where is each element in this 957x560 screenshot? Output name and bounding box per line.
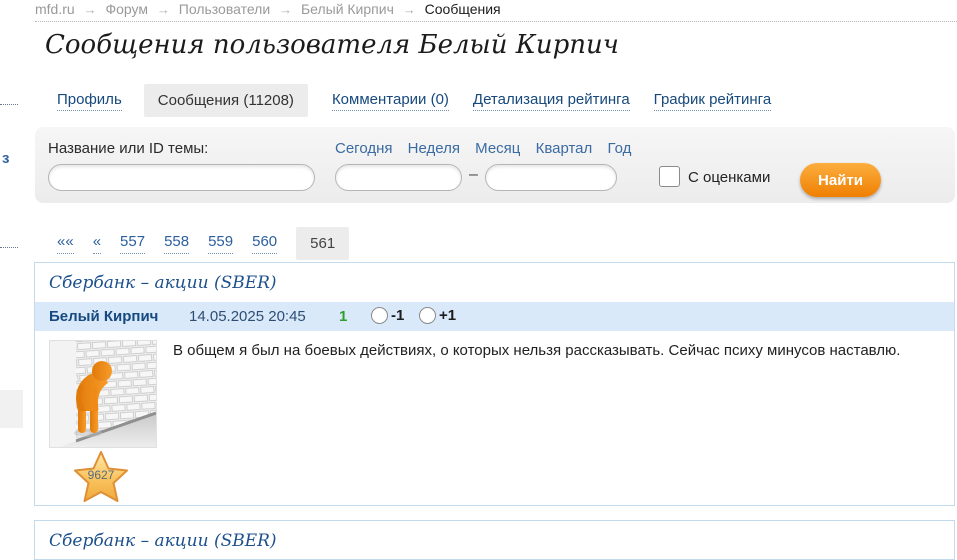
profile-tabs: Профиль Сообщения (11208) Комментарии (0… xyxy=(57,84,795,117)
tab-messages[interactable]: Сообщения (11208) xyxy=(143,84,308,117)
vote-up-label: +1 xyxy=(439,307,457,324)
tab-profile[interactable]: Профиль xyxy=(57,91,122,111)
tab-rating-chart[interactable]: График рейтинга xyxy=(653,91,772,111)
breadcrumb-item-user[interactable]: Белый Кирпич xyxy=(301,1,394,17)
topic-link[interactable]: Сбербанк – акции (SBER) xyxy=(49,273,277,293)
pagination-page-557[interactable]: 557 xyxy=(120,233,146,254)
message-card: Сбербанк – акции (SBER) Белый Кирпич 14.… xyxy=(34,262,955,506)
pagination-first[interactable]: «« xyxy=(57,233,74,254)
message-datetime: 14.05.2025 20:45 xyxy=(189,308,306,325)
date-to-input[interactable] xyxy=(485,164,617,191)
date-link-today[interactable]: Сегодня xyxy=(335,140,393,157)
pagination-current-page: 561 xyxy=(296,227,350,260)
date-range-dash: – xyxy=(469,166,478,183)
user-avatar[interactable] xyxy=(49,340,157,448)
vote-down-label: -1 xyxy=(391,307,405,324)
star-value-text: 9627 xyxy=(88,468,115,482)
breadcrumb-item-users[interactable]: Пользователи xyxy=(179,1,270,17)
tab-rating-details[interactable]: Детализация рейтинга xyxy=(472,91,630,111)
clipped-left-text-fragment: з xyxy=(2,150,10,167)
date-link-month[interactable]: Месяц xyxy=(475,140,520,157)
rating-star-badge: 9627 xyxy=(73,451,129,504)
topic-search-label: Название или ID темы: xyxy=(48,140,209,157)
date-link-quarter[interactable]: Квартал xyxy=(536,140,593,157)
page-title: Сообщения пользователя Белый Кирпич xyxy=(45,30,619,60)
vote-down-control[interactable]: -1 xyxy=(371,307,404,324)
message-card-next: Сбербанк – акции (SBER) xyxy=(34,520,955,560)
breadcrumb-item-forum[interactable]: Форум xyxy=(105,1,148,17)
topic-search-input[interactable] xyxy=(48,164,315,191)
message-search-form: Название или ID темы: Сегодня Неделя Мес… xyxy=(35,127,955,203)
breadcrumb-arrow-icon: → xyxy=(156,2,170,17)
vote-up-radio-icon[interactable] xyxy=(419,307,436,324)
vote-up-control[interactable]: +1 xyxy=(419,307,456,324)
breadcrumb-divider xyxy=(35,21,957,22)
author-link[interactable]: Белый Кирпич xyxy=(49,308,158,325)
breadcrumb-arrow-icon: → xyxy=(279,2,293,17)
pagination: «« « 557 558 559 560 561 xyxy=(57,227,350,260)
topic-link[interactable]: Сбербанк – акции (SBER) xyxy=(49,531,277,551)
tab-comments[interactable]: Комментарии (0) xyxy=(331,91,449,111)
message-header-row: Белый Кирпич 14.05.2025 20:45 1 -1 +1 xyxy=(35,302,954,331)
clipped-left-gray-box xyxy=(0,390,23,428)
find-button[interactable]: Найти xyxy=(800,163,881,197)
date-quick-links: Сегодня Неделя Месяц Квартал Год xyxy=(335,140,642,157)
message-text: В общем я был на боевых действиях, о кот… xyxy=(173,342,901,359)
with-ratings-label[interactable]: С оценками xyxy=(688,169,770,186)
vote-down-radio-icon[interactable] xyxy=(371,307,388,324)
clipped-left-dotted-underline xyxy=(0,247,18,248)
clipped-left-dotted-underline xyxy=(0,104,18,105)
with-ratings-checkbox[interactable] xyxy=(659,166,680,187)
pagination-page-559[interactable]: 559 xyxy=(208,233,234,254)
breadcrumb-item-messages: Сообщения xyxy=(424,1,501,17)
avatar-brick-wall-figure-image xyxy=(50,341,157,447)
date-from-input[interactable] xyxy=(335,164,462,191)
message-rating: 1 xyxy=(339,308,348,325)
date-link-year[interactable]: Год xyxy=(607,140,631,157)
pagination-page-560[interactable]: 560 xyxy=(252,233,278,254)
breadcrumb-item-home[interactable]: mfd.ru xyxy=(35,1,75,17)
breadcrumb-arrow-icon: → xyxy=(83,2,97,17)
pagination-prev[interactable]: « xyxy=(92,233,102,254)
star-icon: 9627 xyxy=(74,451,128,502)
pagination-page-558[interactable]: 558 xyxy=(164,233,190,254)
breadcrumb-arrow-icon: → xyxy=(402,2,416,17)
date-link-week[interactable]: Неделя xyxy=(408,140,460,157)
breadcrumb: mfd.ru → Форум → Пользователи → Белый Ки… xyxy=(35,1,501,17)
